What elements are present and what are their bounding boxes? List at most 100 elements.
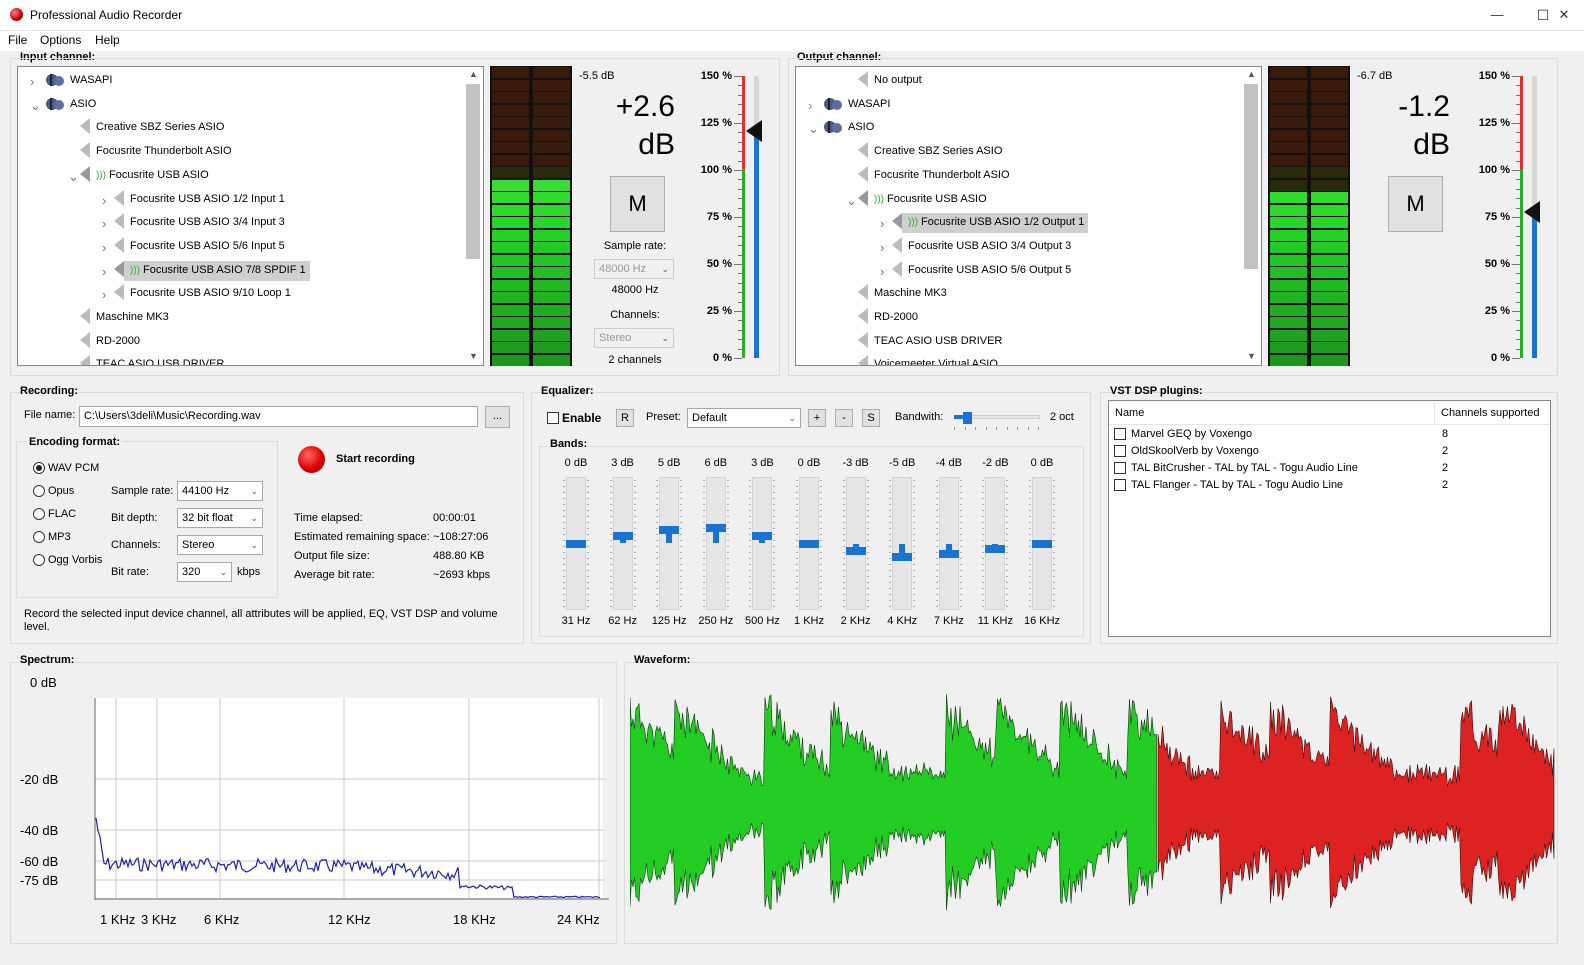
tree-item[interactable]: RD-2000 bbox=[80, 331, 140, 350]
output-tree-scroll-up[interactable]: ▲ bbox=[1247, 69, 1256, 79]
vst-plugin-checkbox[interactable] bbox=[1114, 445, 1126, 457]
volume-handle-icon[interactable] bbox=[746, 119, 762, 142]
waveform-display[interactable] bbox=[630, 670, 1555, 940]
expand-chevron-icon[interactable]: › bbox=[102, 216, 106, 231]
menu-file[interactable]: File bbox=[8, 33, 27, 47]
bit-rate-select[interactable]: 320 ⌄ bbox=[177, 562, 232, 582]
eq-band-thumb[interactable] bbox=[612, 531, 633, 540]
vst-col-channels[interactable]: Channels supported bbox=[1441, 407, 1539, 419]
collapse-chevron-icon[interactable]: ⌄ bbox=[808, 121, 819, 137]
tree-item[interactable]: RD-2000 bbox=[858, 308, 918, 326]
tree-item[interactable]: Focusrite Thunderbolt ASIO bbox=[80, 142, 232, 160]
tree-item[interactable]: WASAPI bbox=[44, 71, 112, 89]
format-radio[interactable] bbox=[33, 531, 45, 543]
vst-plugin-name[interactable]: OldSkoolVerb by Voxengo bbox=[1131, 445, 1259, 457]
eq-band-track[interactable] bbox=[612, 477, 633, 610]
format-label[interactable]: WAV PCM bbox=[48, 462, 99, 474]
eq-band-thumb[interactable] bbox=[1032, 539, 1052, 548]
eq-band-thumb[interactable] bbox=[799, 539, 819, 548]
tree-item[interactable]: Focusrite USB ASIO 9/10 Loop 1 bbox=[114, 284, 291, 302]
record-icon[interactable] bbox=[298, 446, 325, 473]
eq-band-thumb[interactable] bbox=[845, 547, 866, 556]
input-tree-scroll-up[interactable]: ▲ bbox=[469, 69, 478, 79]
format-radio[interactable] bbox=[33, 508, 45, 520]
eq-add-preset-button[interactable]: + bbox=[808, 409, 826, 427]
expand-chevron-icon[interactable]: › bbox=[102, 240, 106, 255]
expand-chevron-icon[interactable]: › bbox=[808, 98, 812, 113]
eq-enable-checkbox[interactable] bbox=[547, 412, 559, 424]
tree-item[interactable]: TEAC ASIO USB DRIVER bbox=[858, 331, 1002, 350]
tree-item[interactable]: ))) Focusrite USB ASIO 7/8 SPDIF 1 bbox=[114, 260, 306, 279]
format-radio[interactable] bbox=[33, 485, 45, 497]
output-device-tree[interactable]: No output › WASAPI ⌄ ASIO Creative SBZ Series… bbox=[795, 66, 1262, 366]
vst-plugin-checkbox[interactable] bbox=[1114, 428, 1126, 440]
vst-plugin-name[interactable]: Marvel GEQ by Voxengo bbox=[1131, 428, 1252, 440]
vst-col-name[interactable]: Name bbox=[1115, 407, 1144, 419]
format-radio[interactable] bbox=[33, 462, 45, 474]
tree-item[interactable]: Focusrite Thunderbolt ASIO bbox=[858, 165, 1010, 184]
eq-band-thumb[interactable] bbox=[985, 544, 1006, 553]
tree-item[interactable]: Focusrite USB ASIO 3/4 Input 3 bbox=[114, 213, 285, 231]
eq-band-thumb[interactable] bbox=[938, 550, 959, 559]
menu-options[interactable]: Options bbox=[40, 33, 81, 47]
eq-band-thumb[interactable] bbox=[659, 526, 680, 535]
eq-reset-button[interactable]: R bbox=[616, 409, 634, 427]
close-button[interactable]: ✕ bbox=[1544, 0, 1584, 31]
expand-chevron-icon[interactable]: › bbox=[880, 216, 884, 231]
tree-item[interactable]: Focusrite USB ASIO 5/6 Input 5 bbox=[114, 236, 285, 255]
input-device-tree[interactable]: › WASAPI ⌄ ASIO Creative SBZ Series ASIO Focu… bbox=[17, 66, 484, 366]
tree-item[interactable]: TEAC ASIO USB DRIVER bbox=[80, 355, 224, 365]
tree-item[interactable]: ))) Focusrite USB ASIO bbox=[858, 189, 987, 208]
collapse-chevron-icon[interactable]: ⌄ bbox=[30, 98, 41, 114]
vst-plugin-name[interactable]: TAL Flanger - TAL by TAL - Togu Audio Li… bbox=[1131, 479, 1343, 491]
collapse-chevron-icon[interactable]: ⌄ bbox=[68, 169, 79, 185]
input-tree-scrollbar-thumb[interactable] bbox=[466, 84, 480, 259]
input-mute-button[interactable]: M bbox=[610, 176, 665, 232]
tree-item[interactable]: Focusrite USB ASIO 3/4 Output 3 bbox=[892, 236, 1071, 255]
eq-band-track[interactable] bbox=[659, 477, 680, 610]
slider-thumb[interactable] bbox=[962, 412, 972, 424]
tree-item[interactable]: ))) Focusrite USB ASIO 1/2 Output 1 bbox=[892, 213, 1084, 231]
format-label[interactable]: FLAC bbox=[48, 508, 76, 520]
eq-bandwidth-slider[interactable] bbox=[954, 412, 1040, 432]
tree-item[interactable]: ASIO bbox=[822, 118, 874, 136]
output-tree-scroll-down[interactable]: ▼ bbox=[1247, 351, 1256, 361]
format-label[interactable]: MP3 bbox=[48, 531, 71, 543]
expand-chevron-icon[interactable]: › bbox=[880, 240, 884, 255]
format-label[interactable]: Opus bbox=[48, 485, 74, 497]
expand-chevron-icon[interactable]: › bbox=[102, 193, 106, 208]
tree-item[interactable]: ))) Focusrite USB ASIO bbox=[80, 165, 209, 184]
eq-save-preset-button[interactable]: S bbox=[862, 409, 880, 427]
eq-band-thumb[interactable] bbox=[752, 531, 773, 540]
tree-item[interactable]: No output bbox=[858, 71, 922, 89]
expand-chevron-icon[interactable]: › bbox=[30, 74, 34, 89]
start-recording-button[interactable]: Start recording bbox=[336, 453, 415, 465]
channels-select[interactable]: Stereo ⌄ bbox=[177, 535, 263, 555]
vst-plugin-checkbox[interactable] bbox=[1114, 479, 1126, 491]
collapse-chevron-icon[interactable]: ⌄ bbox=[846, 358, 857, 365]
tree-item[interactable]: Focusrite USB ASIO 5/6 Output 5 bbox=[892, 260, 1071, 279]
bit-depth-select[interactable]: 32 bit float ⌄ bbox=[177, 508, 263, 528]
input-sample-rate-select[interactable]: 48000 Hz ⌄ bbox=[594, 259, 674, 279]
file-name-input[interactable]: C:\Users\3deli\Music\Recording.wav bbox=[79, 406, 478, 427]
expand-chevron-icon[interactable]: › bbox=[102, 264, 106, 279]
eq-band-thumb[interactable] bbox=[566, 539, 586, 548]
vst-plugin-checkbox[interactable] bbox=[1114, 462, 1126, 474]
tree-item[interactable]: WASAPI bbox=[822, 95, 890, 113]
output-volume-scale[interactable]: 150 % 125 % 100 % 75 % 50 % 25 % 0 % bbox=[1458, 66, 1550, 366]
expand-chevron-icon[interactable]: › bbox=[880, 264, 884, 279]
format-label[interactable]: Ogg Vorbis bbox=[48, 554, 102, 566]
volume-handle-icon[interactable] bbox=[1524, 201, 1540, 224]
minimize-button[interactable]: — bbox=[1474, 0, 1520, 31]
output-mute-button[interactable]: M bbox=[1388, 176, 1443, 232]
output-tree-scrollbar-thumb[interactable] bbox=[1244, 84, 1258, 269]
eq-band-track[interactable] bbox=[705, 477, 726, 610]
tree-item[interactable]: Voicemeeter Virtual ASIO bbox=[858, 355, 998, 365]
format-radio[interactable] bbox=[33, 554, 45, 566]
eq-remove-preset-button[interactable]: - bbox=[835, 409, 853, 427]
vst-plugin-name[interactable]: TAL BitCrusher - TAL by TAL - Togu Audio… bbox=[1131, 462, 1358, 474]
tree-item[interactable]: Creative SBZ Series ASIO bbox=[80, 118, 224, 136]
tree-item[interactable]: Focusrite USB ASIO 1/2 Input 1 bbox=[114, 189, 285, 208]
tree-item[interactable]: Maschine MK3 bbox=[80, 308, 169, 326]
tree-item[interactable]: Maschine MK3 bbox=[858, 284, 947, 302]
